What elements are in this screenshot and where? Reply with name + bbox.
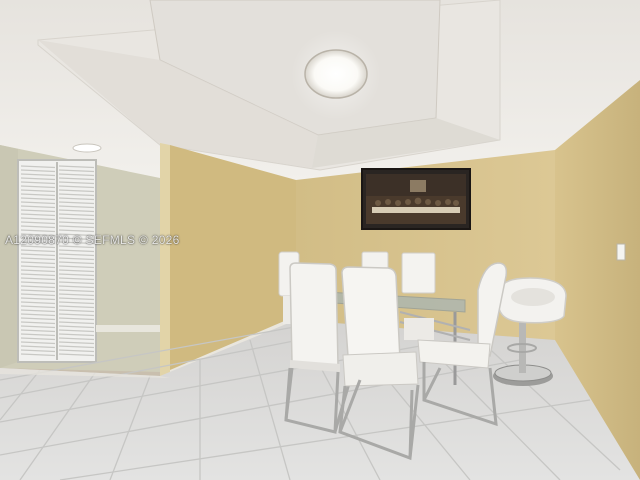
left-wall — [0, 145, 160, 372]
partition-wall — [160, 143, 170, 378]
framed-painting — [361, 168, 471, 230]
ceiling-light — [304, 49, 368, 99]
room-photo: A12090870 © SEFMLS © 2026 — [0, 0, 640, 480]
louvered-closet-door — [17, 159, 97, 363]
recessed-light — [72, 143, 102, 153]
room-illustration — [0, 0, 640, 480]
wall-outlet — [616, 243, 626, 261]
